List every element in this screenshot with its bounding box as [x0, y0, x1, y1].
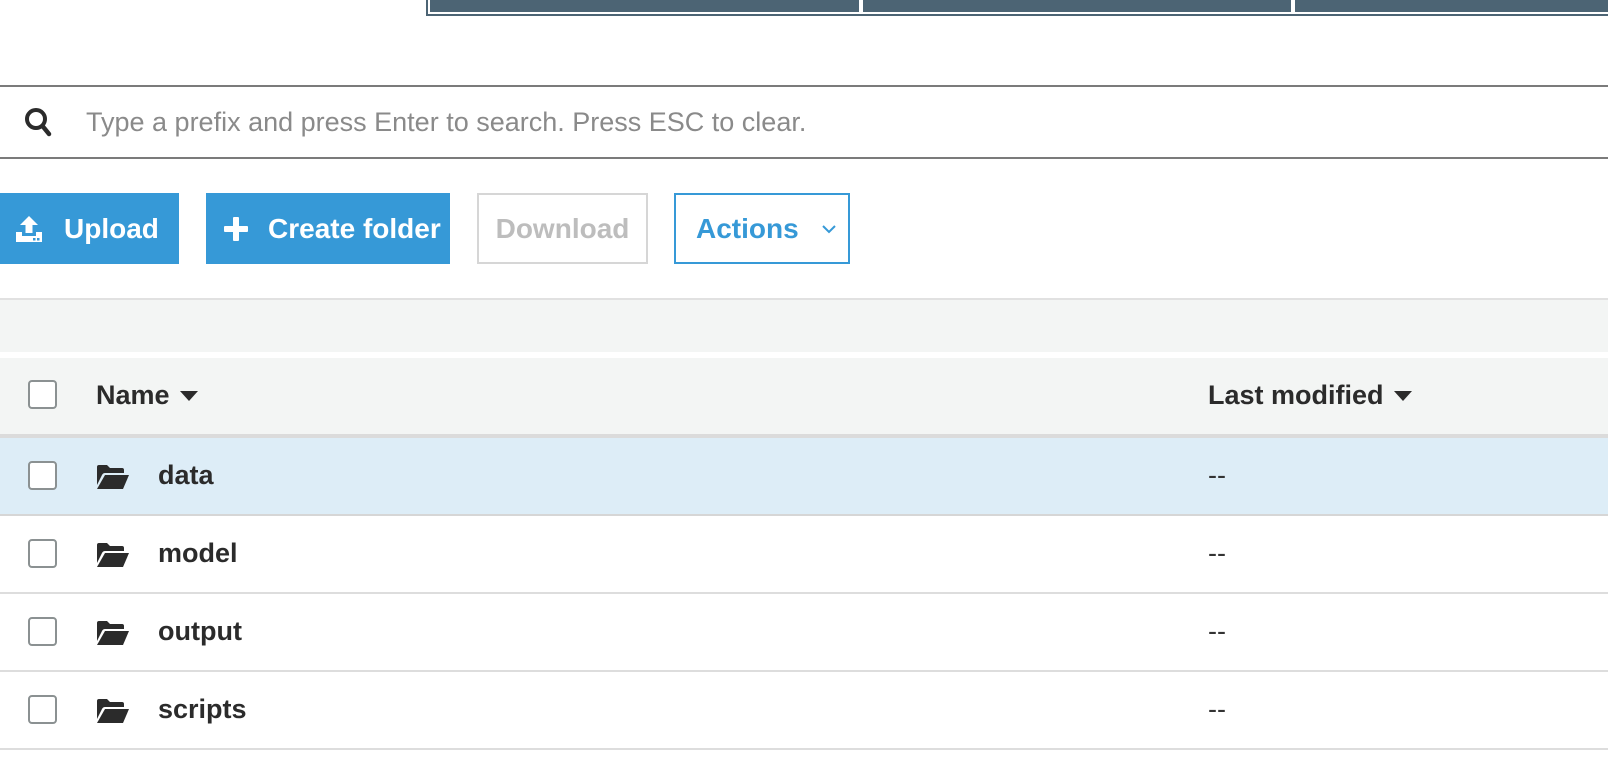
folder-open-icon [96, 464, 130, 495]
upload-button[interactable]: Upload [0, 193, 179, 264]
row-name[interactable]: output [158, 616, 242, 647]
download-button[interactable]: Download [477, 193, 648, 264]
search-bar [0, 85, 1608, 159]
column-header-name[interactable]: Name [96, 380, 198, 411]
top-tab[interactable] [1295, 0, 1608, 12]
row-name[interactable]: scripts [158, 694, 247, 725]
folder-open-icon [96, 542, 130, 573]
search-input[interactable] [84, 105, 1608, 139]
create-folder-label: Create folder [268, 212, 441, 244]
caret-down-icon [1393, 390, 1412, 401]
column-header-last-modified-label: Last modified [1208, 380, 1384, 410]
chevron-down-icon [821, 224, 837, 234]
table-row[interactable]: model -- [0, 516, 1608, 594]
select-all-checkbox[interactable] [28, 380, 57, 409]
download-label: Download [495, 212, 630, 244]
row-checkbox[interactable] [28, 695, 57, 724]
row-name[interactable]: data [158, 460, 214, 491]
row-last-modified: -- [1208, 694, 1226, 724]
search-icon [24, 107, 52, 137]
top-tab[interactable] [430, 0, 861, 12]
upload-icon [14, 214, 44, 244]
create-folder-button[interactable]: Create folder [206, 193, 450, 264]
top-tab-strip [426, 0, 1608, 16]
table-row[interactable]: scripts -- [0, 672, 1608, 750]
row-name[interactable]: model [158, 538, 238, 569]
row-last-modified: -- [1208, 460, 1226, 490]
row-last-modified: -- [1208, 538, 1226, 568]
table-row[interactable]: data -- [0, 438, 1608, 516]
column-header-last-modified[interactable]: Last modified [1208, 380, 1412, 411]
folder-open-icon [96, 698, 130, 729]
row-checkbox[interactable] [28, 461, 57, 490]
filter-band [0, 298, 1608, 352]
table-header: Name Last modified [0, 358, 1608, 438]
upload-label: Upload [64, 212, 159, 244]
table-row[interactable]: output -- [0, 594, 1608, 672]
folder-open-icon [96, 620, 130, 651]
row-checkbox[interactable] [28, 539, 57, 568]
top-tab[interactable] [863, 0, 1293, 12]
caret-down-icon [179, 390, 198, 401]
actions-label: Actions [696, 212, 799, 244]
actions-dropdown-button[interactable]: Actions [674, 193, 850, 264]
row-last-modified: -- [1208, 616, 1226, 646]
plus-icon [224, 216, 248, 241]
column-header-name-label: Name [96, 380, 170, 410]
row-checkbox[interactable] [28, 617, 57, 646]
